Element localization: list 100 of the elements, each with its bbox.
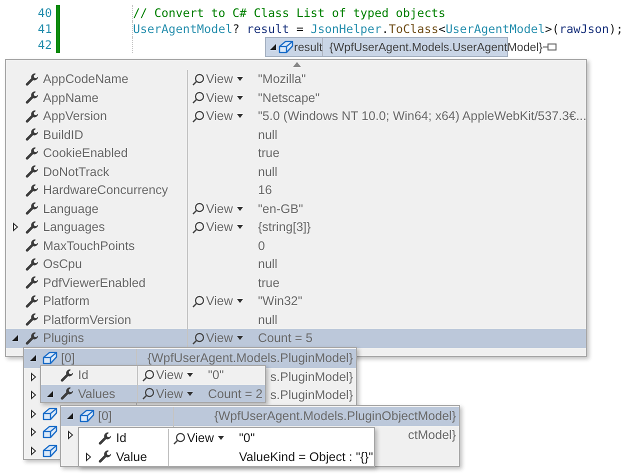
search-icon: [192, 72, 205, 86]
tree-row[interactable]: OsCpu null: [6, 255, 586, 274]
collapse-arrow-icon[interactable]: [28, 353, 38, 364]
property-name: Languages: [43, 220, 105, 234]
wrench-icon: [24, 201, 40, 216]
search-icon: [192, 332, 205, 345]
property-value: s.PluginModel}: [270, 388, 353, 402]
cube-icon: [278, 40, 294, 54]
line-number: 42: [36, 38, 52, 52]
wrench-icon: [24, 312, 40, 328]
property-value: Count = 5: [258, 331, 313, 346]
search-icon: [192, 110, 205, 123]
expand-arrow-icon[interactable]: [28, 446, 38, 456]
property-value: null: [258, 128, 278, 142]
property-value: "Win32": [258, 294, 302, 308]
tree-row[interactable]: BuildID null: [6, 126, 586, 144]
property-value: null: [258, 164, 278, 179]
property-value: "Netscape": [258, 90, 320, 105]
tree-row[interactable]: CookieEnabled true: [6, 144, 586, 162]
wrench-icon: [24, 127, 40, 142]
view-button[interactable]: View: [192, 294, 246, 308]
collapse-arrow-icon[interactable]: [66, 411, 74, 422]
property-value: "5.0 (Windows NT 10.0; Win64; x64) AppleWebKit/537.3€...: [258, 109, 586, 124]
collapse-arrow-icon[interactable]: [269, 42, 278, 52]
property-name: [0]: [98, 409, 112, 424]
cube-icon: [42, 351, 58, 366]
cube-icon: [42, 406, 58, 421]
property-value: 0: [258, 238, 265, 253]
property-name: PdfViewerEnabled: [43, 276, 146, 290]
variable-value: {WpfUserAgent.Models.UserAgentModel}: [329, 40, 543, 54]
wrench-icon: [24, 294, 40, 309]
property-value: true: [258, 146, 280, 160]
collapse-arrow-icon[interactable]: [46, 388, 54, 399]
view-button[interactable]: View: [192, 202, 246, 216]
view-button[interactable]: View: [192, 90, 246, 105]
property-name: Language: [43, 202, 99, 216]
view-button[interactable]: View: [142, 386, 196, 401]
wrench-icon: [24, 90, 40, 106]
tree-row[interactable]: HardwareConcurrency 16: [6, 181, 586, 200]
line-number: 41: [36, 22, 52, 36]
property-name: HardwareConcurrency: [43, 183, 168, 198]
view-button[interactable]: View: [173, 431, 227, 446]
scroll-up-icon[interactable]: [292, 61, 302, 67]
property-value: ValueKind = Object : "{}": [239, 450, 374, 464]
property-name: DoNotTrack: [43, 164, 110, 179]
property-value: Count = 2: [208, 386, 263, 401]
view-button[interactable]: View: [192, 331, 246, 346]
wrench-icon: [24, 256, 40, 272]
search-icon: [142, 387, 155, 400]
search-icon: [173, 432, 186, 445]
tree-row[interactable]: DoNotTrack null: [6, 162, 586, 181]
view-button[interactable]: View: [192, 220, 246, 234]
wrench-icon: [24, 275, 40, 290]
property-value: s.PluginModel}: [270, 370, 353, 384]
property-name: BuildID: [43, 128, 84, 142]
property-name: Value: [116, 450, 148, 464]
expand-arrow-icon[interactable]: [84, 452, 92, 462]
wrench-icon: [98, 430, 112, 446]
property-value: 16: [258, 183, 272, 198]
view-button[interactable]: View: [192, 72, 246, 86]
expand-arrow-icon[interactable]: [10, 222, 20, 232]
line-number: 40: [36, 6, 52, 20]
wrench-icon: [24, 72, 40, 87]
view-button[interactable]: View: [142, 368, 196, 382]
wrench-icon: [98, 449, 112, 464]
wrench-icon: [24, 108, 40, 124]
property-value: {WpfUserAgent.Models.PluginModel}: [147, 351, 353, 366]
expand-arrow-icon[interactable]: [28, 372, 38, 382]
property-value: "en-GB": [258, 202, 304, 216]
property-name: Id: [116, 431, 126, 446]
tree-row[interactable]: MaxTouchPoints 0: [6, 236, 586, 255]
property-value: null: [258, 312, 278, 327]
variable-name: result: [294, 40, 322, 54]
tree-row[interactable]: Platform View "Win32": [6, 292, 586, 310]
property-name: MaxTouchPoints: [43, 238, 135, 253]
wrench-icon: [24, 238, 40, 254]
expand-arrow-icon[interactable]: [28, 408, 38, 419]
tree-row[interactable]: Id View "0": [79, 429, 374, 448]
property-name: CookieEnabled: [43, 146, 128, 160]
search-icon: [192, 202, 205, 216]
tree-row[interactable]: AppVersion View "5.0 (Windows NT 10.0; Win64; x64) AppleWebKit/537.3€...: [6, 107, 586, 126]
tree-row[interactable]: PdfViewerEnabled true: [6, 274, 586, 292]
search-icon: [192, 220, 205, 234]
expand-arrow-icon[interactable]: [28, 427, 38, 438]
wrench-icon: [24, 146, 40, 161]
tree-row[interactable]: AppName View "Netscape": [6, 88, 586, 107]
property-value: {string[3]}: [258, 220, 311, 234]
expand-arrow-icon[interactable]: [66, 430, 74, 440]
tree-row[interactable]: Language View "en-GB": [6, 200, 586, 218]
collapse-arrow-icon[interactable]: [10, 333, 20, 344]
tree-row[interactable]: AppCodeName View "Mozilla": [6, 70, 586, 88]
property-name: AppVersion: [43, 109, 107, 124]
view-button[interactable]: View: [192, 109, 246, 124]
property-value: "0": [208, 368, 224, 382]
expand-arrow-icon[interactable]: [28, 390, 38, 400]
property-value: null: [258, 257, 278, 272]
property-name: AppCodeName: [43, 72, 128, 86]
property-name: Values: [78, 386, 116, 401]
pin-icon[interactable]: [542, 42, 557, 52]
search-icon: [192, 91, 205, 104]
